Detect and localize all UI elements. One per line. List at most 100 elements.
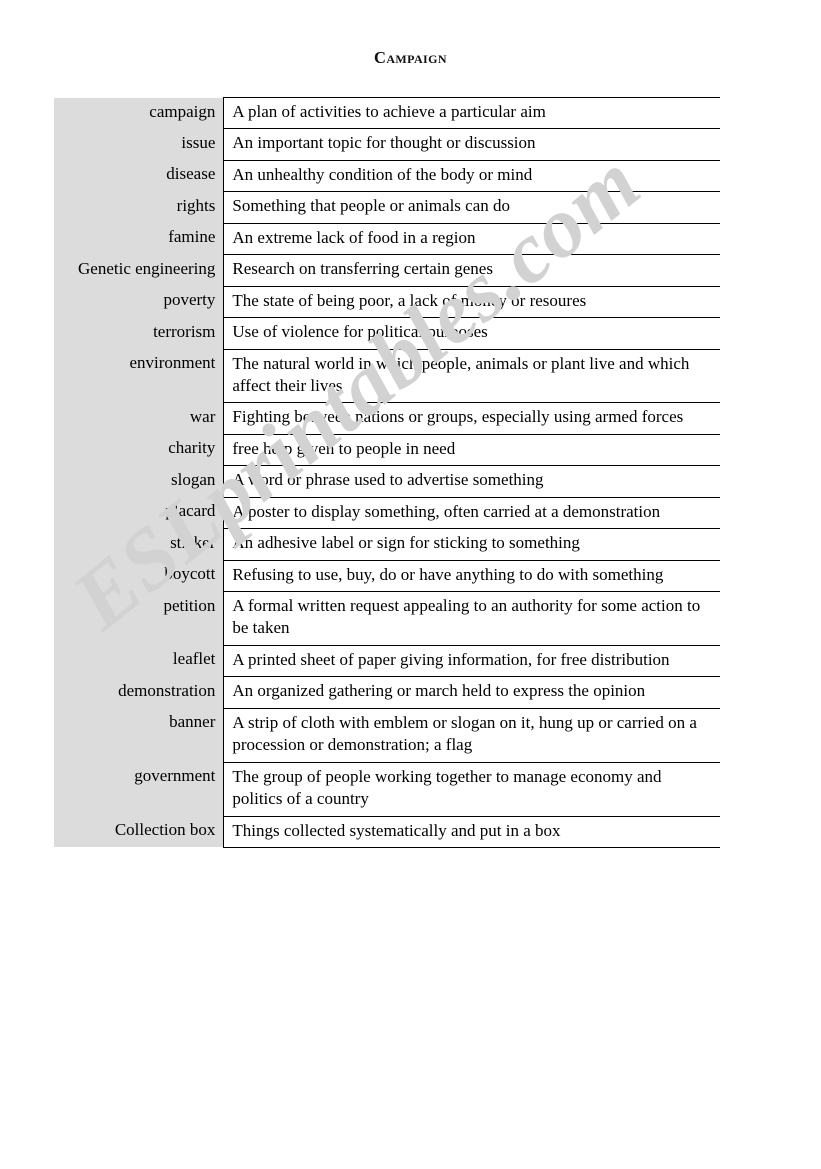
definition-cell: An organized gathering or march held to … <box>223 676 720 709</box>
table-row: banner A strip of cloth with emblem or sl… <box>54 708 720 763</box>
table-body: campaign A plan of activities to achieve … <box>54 96 720 848</box>
term-cell: campaign <box>54 97 225 129</box>
term-text: environment <box>129 353 216 372</box>
definition-cell: Fighting between nations or groups, espe… <box>223 402 720 435</box>
table-row: boycott Refusing to use, buy, do or have … <box>54 560 720 593</box>
definition-cell: free help given to people in need <box>223 434 720 467</box>
term-cell: rights <box>54 191 225 224</box>
term-text: government <box>134 766 216 786</box>
definition-cell: An unhealthy condition of the body or mi… <box>223 160 720 193</box>
definition-text: Use of violence for political purposes <box>232 322 488 342</box>
term-text: Genetic engineering <box>78 258 216 278</box>
term-text: poverty <box>163 290 216 310</box>
table-row: charity free help given to people in need <box>54 434 720 467</box>
term-cell: sticker <box>54 528 225 561</box>
definition-cell: A poster to display something, often car… <box>223 497 720 530</box>
term-text: banner <box>169 712 216 732</box>
definition-cell: Something that people or animals can do <box>223 191 720 224</box>
definition-text: The natural world in which people, anima… <box>232 353 690 395</box>
definition-text: A strip of cloth with emblem or slogan o… <box>232 712 697 755</box>
term-text: sticker <box>170 532 216 552</box>
definition-cell: Use of violence for political purposes <box>223 317 720 350</box>
term-cell: government <box>54 762 225 816</box>
definition-cell: The natural world in which people, anima… <box>223 349 720 404</box>
term-text: demonstration <box>118 680 216 700</box>
table-row: famine An extreme lack of food in a regio… <box>54 223 720 256</box>
definition-cell: A plan of activities to achieve a partic… <box>223 96 720 130</box>
definition-text: A word or phrase used to advertise somet… <box>232 470 544 490</box>
table-row: war Fighting between nations or groups, e… <box>54 402 720 435</box>
term-cell: charity <box>54 434 225 466</box>
table-row: issue An important topic for thought or d… <box>54 128 720 161</box>
definition-text: A plan of activities to achieve a partic… <box>232 102 546 121</box>
term-cell: famine <box>54 223 225 255</box>
definition-text: An organized gathering or march held to … <box>232 681 646 701</box>
term-cell: banner <box>54 708 225 763</box>
definition-text: The state of being poor, a lack of money… <box>232 290 587 310</box>
definition-cell: Research on transferring certain genes <box>223 254 720 287</box>
term-cell: disease <box>54 160 225 192</box>
term-cell: leaflet <box>54 645 225 677</box>
definition-cell: An adhesive label or sign for sticking t… <box>223 528 720 561</box>
definition-cell: A formal written request appealing to an… <box>223 591 720 646</box>
table-row: Genetic engineering Research on transferr… <box>54 254 720 287</box>
term-text: campaign <box>149 101 216 121</box>
definition-text: A formal written request appealing to an… <box>232 596 701 638</box>
term-text: boycott <box>164 564 216 584</box>
term-cell: placard <box>54 497 225 529</box>
definition-text: An extreme lack of food in a region <box>232 227 476 247</box>
term-text: charity <box>168 438 216 458</box>
definition-text: An adhesive label or sign for sticking t… <box>232 533 580 553</box>
term-text: terrorism <box>153 321 216 341</box>
table-row: government The group of people working to… <box>54 762 720 817</box>
table-row: rights Something that people or animals c… <box>54 191 720 224</box>
table-row: poverty The state of being poor, a lack o… <box>54 286 720 319</box>
definition-cell: An extreme lack of food in a region <box>223 223 720 256</box>
table-row: environment The natural world in which pe… <box>54 349 720 404</box>
term-cell: slogan <box>54 465 225 498</box>
term-text: war <box>189 406 216 426</box>
table-row: disease An unhealthy condition of the bod… <box>54 160 720 193</box>
definition-text: A printed sheet of paper giving informat… <box>232 649 670 669</box>
table-row: terrorism Use of violence for political p… <box>54 317 720 350</box>
term-text: disease <box>166 164 216 184</box>
term-cell: issue <box>54 128 225 161</box>
term-text: issue <box>181 132 216 152</box>
definition-cell: A word or phrase used to advertise somet… <box>223 465 720 498</box>
definition-text: Research on transferring certain genes <box>232 259 493 279</box>
definition-cell: An important topic for thought or discus… <box>223 128 720 161</box>
definition-cell: Things collected systematically and put … <box>223 816 720 848</box>
definition-cell: The state of being poor, a lack of money… <box>223 286 720 319</box>
definition-text: Things collected systematically and put … <box>232 820 561 840</box>
definition-cell: A strip of cloth with emblem or slogan o… <box>223 708 720 763</box>
table-row: demonstration An organized gathering or m… <box>54 676 720 709</box>
term-cell: boycott <box>54 560 225 592</box>
term-cell: terrorism <box>54 317 225 349</box>
term-cell: Collection box <box>54 816 225 848</box>
term-text: slogan <box>171 469 216 489</box>
table-row: slogan A word or phrase used to advertise… <box>54 465 720 498</box>
page-title: Campaign <box>374 48 447 67</box>
definition-text: Refusing to use, buy, do or have anythin… <box>232 564 664 584</box>
term-cell: Genetic engineering <box>54 254 225 287</box>
table-row: Collection box Things collected systemati… <box>54 816 720 848</box>
table-row: leaflet A printed sheet of paper giving i… <box>54 645 720 678</box>
term-cell: environment <box>54 349 225 403</box>
definition-text: The group of people working together to … <box>232 766 662 809</box>
definition-cell: Refusing to use, buy, do or have anythin… <box>223 560 720 593</box>
table-row: campaign A plan of activities to achieve … <box>54 96 720 130</box>
term-cell: petition <box>54 591 225 646</box>
table-row: petition A formal written request appeali… <box>54 591 720 646</box>
definition-text: Something that people or animals can do <box>232 196 510 216</box>
term-text: petition <box>163 595 216 615</box>
definition-cell: The group of people working together to … <box>223 762 720 817</box>
term-text: placard <box>165 501 216 521</box>
definition-text: An important topic for thought or discus… <box>232 133 536 153</box>
definition-cell: A printed sheet of paper giving informat… <box>223 645 720 678</box>
definition-text: An unhealthy condition of the body or mi… <box>232 164 533 184</box>
term-cell: demonstration <box>54 676 225 709</box>
definition-text: A poster to display something, often car… <box>232 501 661 521</box>
term-cell: war <box>54 402 225 435</box>
definition-text: Fighting between nations or groups, espe… <box>232 407 684 427</box>
vocabulary-table: campaign A plan of activities to achieve … <box>54 96 720 848</box>
